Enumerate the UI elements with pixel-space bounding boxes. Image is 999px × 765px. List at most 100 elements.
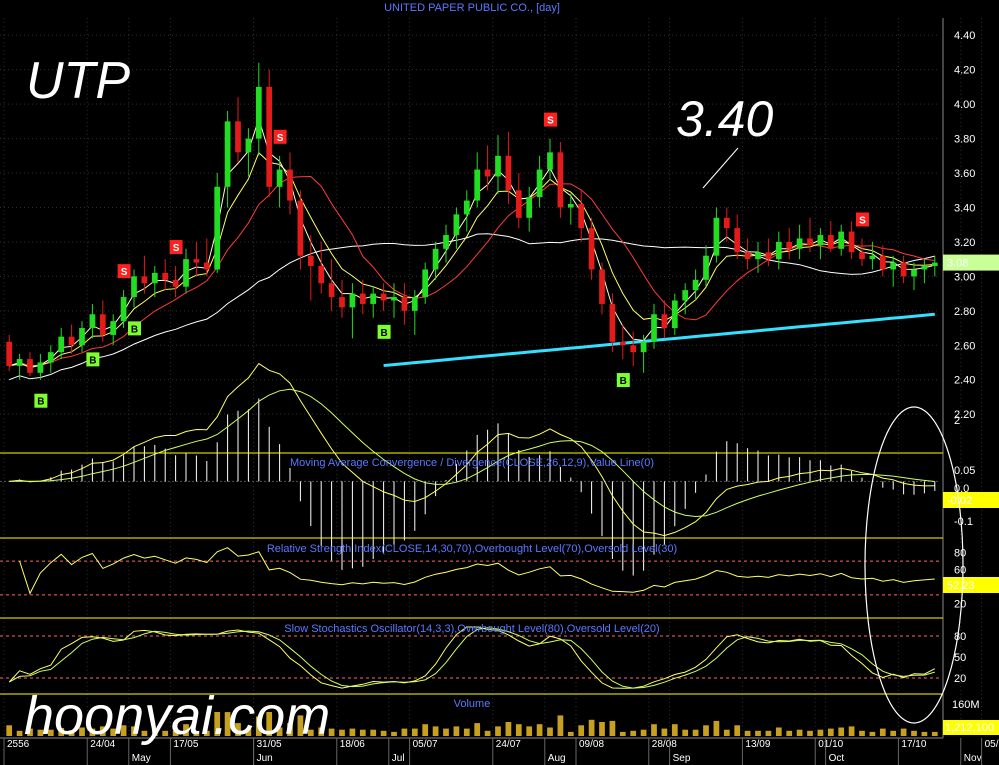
candle-body	[27, 359, 33, 373]
candle-body	[911, 269, 917, 277]
volume-bar	[505, 722, 512, 736]
date-tick-label: 17/10	[901, 739, 926, 750]
candle-body	[734, 228, 741, 253]
candle-body	[651, 314, 657, 342]
date-tick-label: 05/11	[985, 739, 999, 750]
candle-body	[547, 152, 553, 170]
volume-bar	[349, 728, 356, 736]
volume-bar	[640, 729, 647, 736]
candle-body	[505, 155, 512, 191]
volume-bar	[921, 731, 928, 736]
signal-label: B	[620, 376, 627, 387]
price-tick-label: 4.00	[954, 99, 975, 111]
candle-body	[838, 231, 845, 249]
price-tick-label: 3.60	[954, 168, 975, 180]
date-tick-label: Aug	[548, 753, 566, 764]
sell-signal-badge: S	[273, 129, 287, 144]
candle-body	[703, 255, 709, 280]
volume-bar	[775, 727, 782, 736]
volume-bar	[859, 730, 865, 736]
signal-label: B	[380, 328, 387, 339]
candle-body	[890, 262, 897, 270]
volume-bar	[838, 727, 845, 736]
candle-body	[786, 241, 793, 249]
macd-title: Moving Average Convergence / Divergence(…	[290, 457, 654, 469]
volume-bar	[432, 726, 439, 736]
candle-body	[432, 248, 439, 270]
candle-body	[848, 231, 855, 253]
candle-body	[255, 86, 262, 139]
volume-bar	[443, 728, 449, 736]
date-tick-label: 05/07	[413, 739, 438, 750]
candle-body	[495, 155, 501, 177]
volume-bar	[515, 724, 522, 736]
sell-signal-badge: S	[117, 264, 131, 279]
candle-body	[682, 290, 689, 301]
candle-body	[349, 293, 356, 308]
date-tick-label: 28/08	[652, 739, 677, 750]
candle-body	[567, 204, 574, 208]
date-tick-label: 01/10	[818, 739, 843, 750]
candle-body	[99, 314, 106, 335]
volume-bar	[723, 729, 730, 736]
signal-label: B	[89, 355, 96, 366]
price-tick-label: 3.80	[954, 134, 975, 146]
candle-body	[453, 214, 460, 236]
volume-bar	[879, 728, 886, 736]
candle-body	[588, 228, 595, 270]
volume-bar	[484, 730, 491, 736]
price-tick-label: 2.60	[954, 340, 975, 352]
buy-signal-badge: B	[377, 324, 391, 339]
candle-body	[120, 297, 127, 322]
candle-body	[557, 152, 564, 208]
candle-body	[203, 262, 210, 270]
volume-bar	[630, 730, 637, 736]
volume-bar	[900, 728, 907, 736]
volume-bar	[411, 728, 418, 736]
volume-bar	[588, 719, 595, 736]
candle-body	[193, 259, 200, 263]
candle-body	[484, 169, 491, 177]
volume-bar	[786, 730, 793, 736]
volume-bar	[796, 729, 803, 736]
candle-body	[380, 293, 387, 301]
candle-body	[515, 190, 522, 218]
volume-bar	[474, 723, 481, 736]
signal-label: S	[121, 267, 128, 278]
candle-body	[16, 359, 23, 366]
sell-signal-badge: S	[856, 212, 869, 227]
candle-body	[359, 293, 366, 304]
candle-body	[869, 255, 876, 260]
candle-body	[172, 279, 179, 287]
buy-signal-badge: B	[128, 321, 141, 336]
price-tick-label: 4.40	[954, 30, 975, 42]
candle-body	[609, 303, 616, 342]
volume-bar	[661, 728, 668, 736]
candle-body	[235, 121, 241, 153]
date-tick-label: 09/08	[579, 739, 604, 750]
candle-body	[817, 235, 824, 246]
candle-body	[411, 297, 418, 311]
candle-body	[879, 255, 886, 270]
price-tick-label: 3.20	[954, 237, 975, 249]
price-annotation: 3.40	[676, 91, 774, 147]
price-tick-label: 2.80	[954, 306, 975, 318]
candle-body	[526, 197, 533, 218]
candle-body	[921, 266, 928, 270]
candle-body	[58, 336, 65, 353]
candle-body	[110, 321, 117, 335]
date-tick-label: Jun	[257, 753, 273, 764]
candle-body	[297, 200, 304, 256]
volume-title: Volume	[454, 698, 491, 710]
volume-bar	[671, 724, 678, 736]
volume-bar	[370, 729, 377, 736]
volume-bar	[869, 731, 876, 736]
date-tick-label: 13/09	[745, 739, 770, 750]
candle-body	[640, 341, 647, 353]
candle-body	[47, 352, 54, 363]
volume-bar	[692, 729, 699, 736]
rsi-tick-label: 60	[954, 565, 966, 577]
candle-body	[6, 341, 13, 366]
candle-body	[931, 262, 938, 267]
volume-bar	[16, 730, 23, 736]
